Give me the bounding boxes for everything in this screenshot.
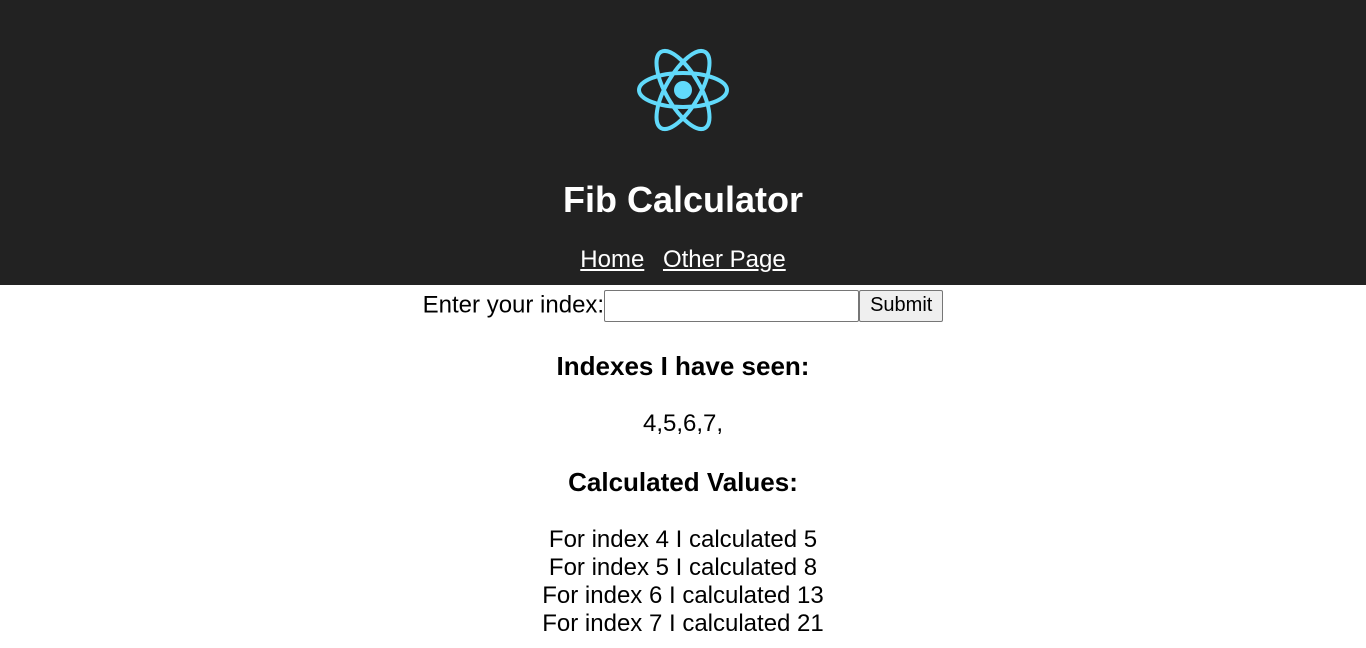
react-atom-icon <box>637 48 729 132</box>
calculated-values-heading: Calculated Values: <box>568 467 798 497</box>
nav-link-other-page[interactable]: Other Page <box>663 246 786 273</box>
main-nav: Home Other Page <box>0 245 1366 275</box>
index-input[interactable] <box>604 289 860 322</box>
submit-button[interactable]: Submit <box>859 289 944 322</box>
calculated-value-item: For index 5 I calculated 8 <box>548 554 818 581</box>
app-title: Fib Calculator <box>562 179 804 220</box>
indexes-seen-heading: Indexes I have seen: <box>556 351 810 381</box>
index-label: Enter your index: <box>422 291 605 319</box>
app-header: Fib Calculator Home Other Page <box>0 0 1366 285</box>
index-form: Enter your index: Submit <box>0 289 1366 322</box>
nav-link-home[interactable]: Home <box>580 246 644 273</box>
calculated-values-list: For index 4 I calculated 5 For index 5 I… <box>0 526 1366 638</box>
calculated-value-item: For index 4 I calculated 5 <box>548 526 818 553</box>
calculated-value-item: For index 7 I calculated 21 <box>542 610 824 637</box>
calculated-value-item: For index 6 I calculated 13 <box>542 582 824 609</box>
indexes-seen-list: 4,5,6,7, <box>642 410 724 437</box>
